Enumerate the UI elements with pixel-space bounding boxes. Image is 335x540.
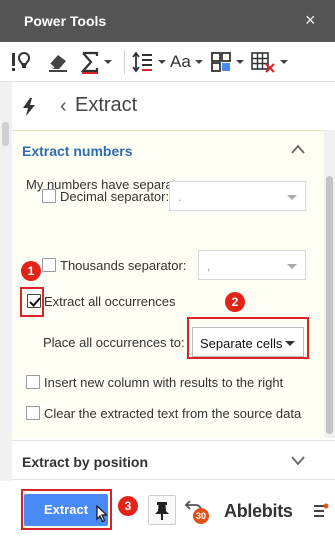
callout-box-1 [20,287,44,317]
callout-badge-2: 2 [225,292,245,312]
chevron-down-icon[interactable] [290,454,306,466]
decimal-separator-label: Decimal separator: [60,189,170,204]
clear-source-label: Clear the extracted text from the source… [44,406,302,421]
close-icon[interactable]: × [305,10,316,31]
callout-badge-3: 3 [118,496,138,516]
section-title: Extract numbers [22,143,133,159]
decimal-separator-checkbox[interactable] [42,189,56,203]
delete-grid-icon[interactable] [250,48,288,76]
title-bar: Power Tools × [0,0,335,42]
panel-scrollbar[interactable] [324,130,335,438]
left-gutter [0,82,12,540]
thousands-separator-value: , [207,259,211,273]
question-light-icon[interactable] [8,48,38,76]
thousands-separator-label: Thousands separator: [60,258,187,273]
ablebits-logo: Ablebits [224,501,293,521]
lightning-icon [23,98,35,116]
page-title: Extract [75,94,138,116]
chevron-down-icon [236,60,244,64]
clear-source-checkbox[interactable] [26,406,40,420]
thousands-separator-checkbox[interactable] [42,258,56,272]
decimal-separator-value: . [178,190,182,204]
gutter-handle[interactable] [2,122,9,146]
chevron-down-icon [104,60,112,64]
callout-box-2 [187,317,309,359]
layout-grid-icon[interactable] [210,48,244,76]
extract-numbers-panel: Extract numbers My numbers have separato… [12,130,324,438]
text-case-icon[interactable]: Aa [170,48,203,76]
place-occurrences-label: Place all occurrences to: [43,335,185,350]
extract-by-position-section[interactable]: Extract by position [12,440,335,480]
sigma-icon[interactable] [80,48,112,76]
menu-icon[interactable] [313,503,329,519]
line-spacing-icon[interactable] [132,48,166,76]
pin-button[interactable] [148,495,176,525]
chevron-down-icon [280,60,288,64]
window-title: Power Tools [24,13,107,29]
chevron-down-icon [194,60,203,64]
scrollbar-thumb[interactable] [326,176,333,434]
chevron-down-icon [158,60,166,64]
callout-badge-1: 1 [21,261,41,281]
toolbar-divider [124,50,125,74]
chevron-down-icon [287,195,297,200]
undo-count-badge: 30 [193,508,209,524]
pin-icon [155,502,169,520]
chevron-up-icon[interactable] [290,143,306,155]
insert-column-checkbox[interactable] [26,375,40,389]
toolbar: Aa [0,42,335,82]
insert-column-label: Insert new column with results to the ri… [44,375,284,390]
chevron-down-icon [287,264,297,269]
thousands-separator-select[interactable]: , [198,250,306,280]
callout-box-3 [21,489,112,530]
section-title: Extract by position [22,454,149,470]
eraser-icon[interactable] [46,48,70,76]
back-icon[interactable]: ‹ [60,95,67,118]
text-case-label: Aa [170,52,191,71]
extract-all-label: Extract all occurrences [44,294,176,309]
navigation-bar: ‹ Extract [12,82,335,130]
decimal-separator-select[interactable]: . [169,181,306,211]
